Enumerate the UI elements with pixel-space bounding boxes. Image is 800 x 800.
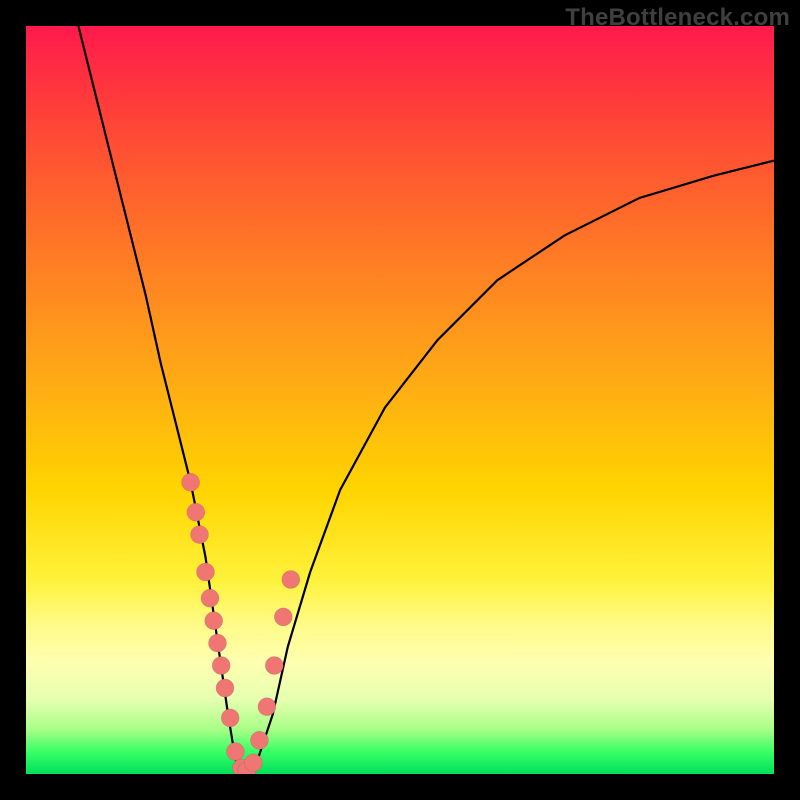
data-point	[250, 731, 268, 749]
data-point	[209, 634, 227, 652]
data-point	[221, 709, 239, 727]
data-point	[282, 571, 300, 589]
data-point	[182, 473, 200, 491]
data-point	[226, 743, 244, 761]
data-point	[212, 657, 230, 675]
data-point	[216, 679, 234, 697]
data-point	[191, 526, 209, 544]
data-point	[187, 503, 205, 521]
chart-plot-area	[26, 26, 774, 774]
data-point	[201, 589, 219, 607]
data-point	[205, 612, 223, 630]
chart-layer	[78, 26, 774, 774]
data-point	[274, 608, 292, 626]
data-point	[197, 563, 215, 581]
data-point	[265, 657, 283, 675]
data-point	[244, 754, 262, 772]
data-point	[258, 698, 276, 716]
watermark-text: TheBottleneck.com	[565, 4, 790, 32]
bottleneck-curve	[78, 26, 774, 774]
bottleneck-chart-svg	[26, 26, 774, 774]
